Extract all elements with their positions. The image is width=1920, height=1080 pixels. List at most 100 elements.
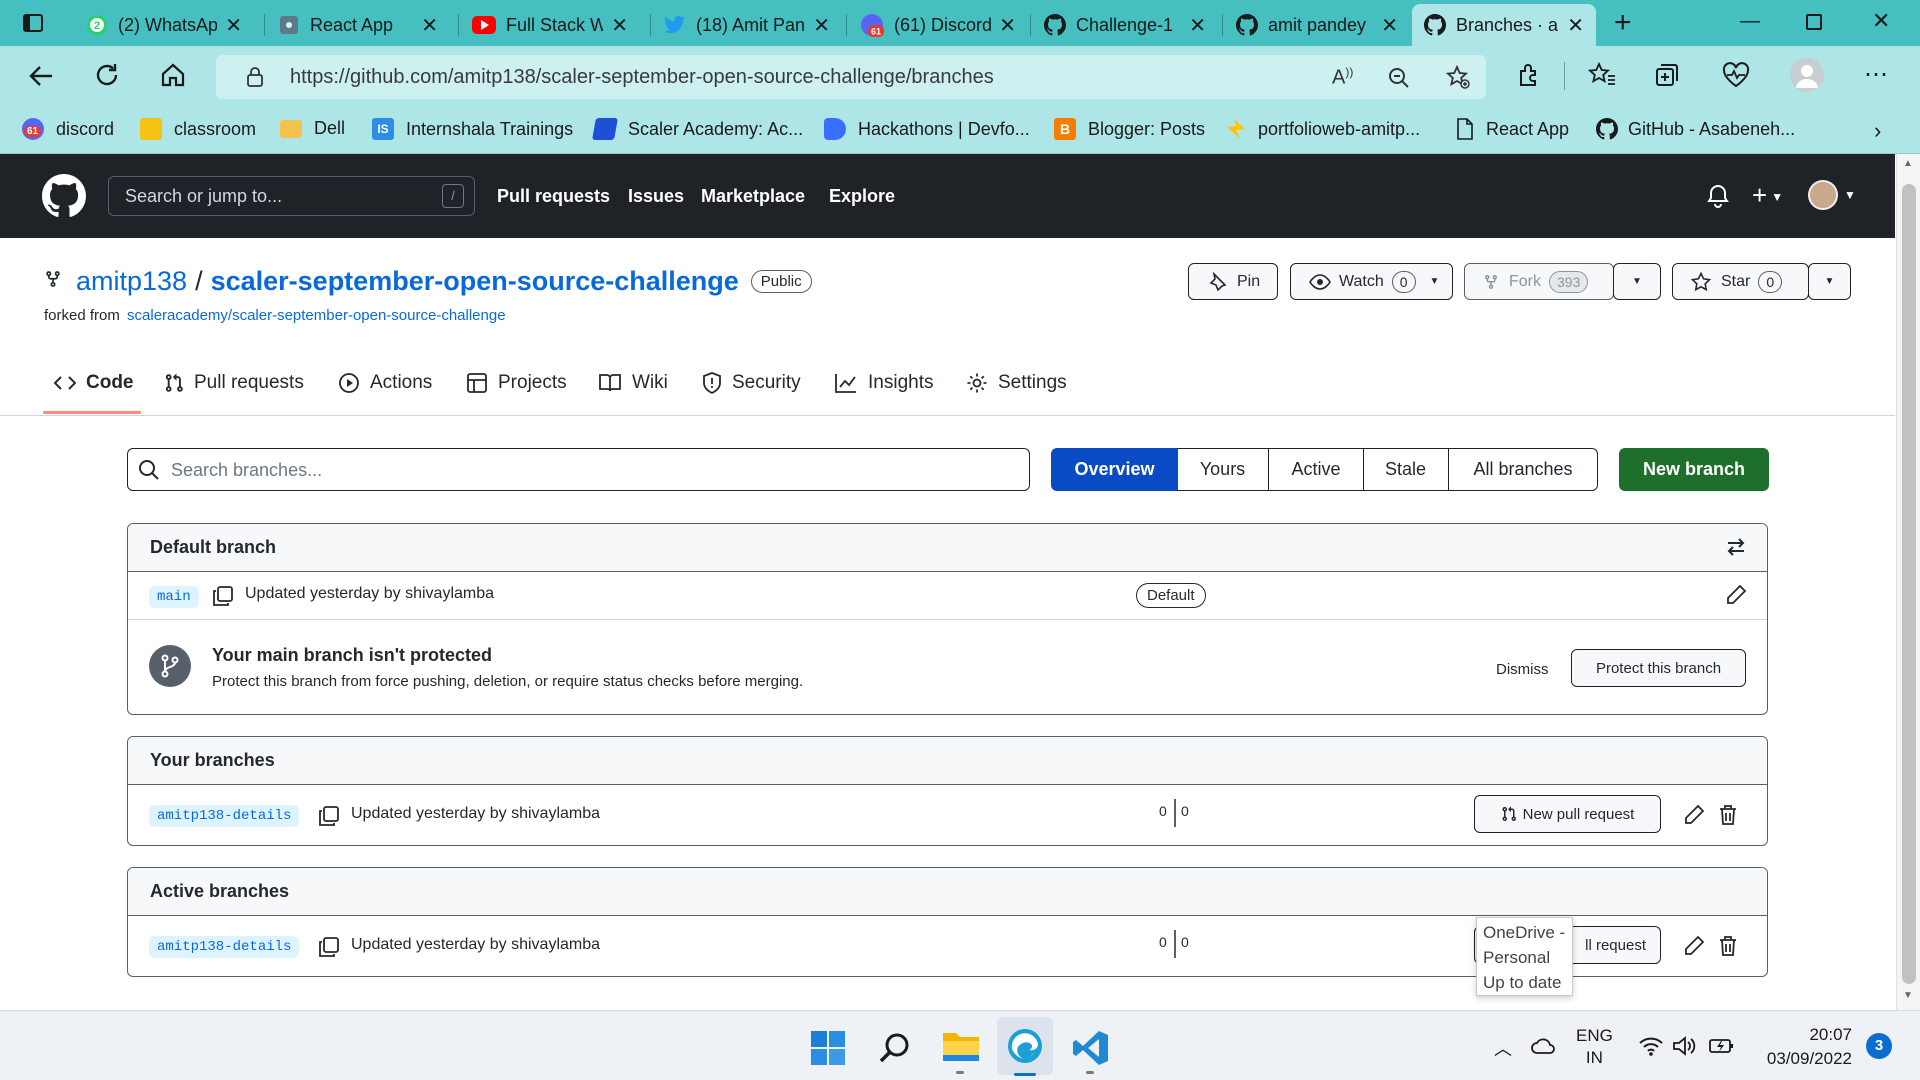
health-icon[interactable] (1722, 62, 1750, 88)
repo-owner-link[interactable]: amitp138 (76, 266, 187, 297)
star-dropdown-button[interactable]: ▼ (1808, 263, 1851, 300)
pencil-icon[interactable] (1683, 935, 1705, 957)
favorites-icon[interactable] (1588, 62, 1616, 88)
volume-icon[interactable] (1672, 1035, 1698, 1057)
tab-security[interactable]: Security (702, 372, 801, 394)
repo-name-link[interactable]: scaler-september-open-source-challenge (211, 266, 739, 297)
branch-name-link[interactable]: amitp138-details (149, 936, 300, 958)
close-icon[interactable]: ✕ (1189, 13, 1206, 38)
browser-tab-youtube[interactable]: Full Stack Web ✕ (460, 4, 640, 46)
file-explorer-icon[interactable] (942, 1029, 980, 1063)
fork-dropdown-button[interactable]: ▼ (1613, 263, 1661, 300)
input-language[interactable]: ENG IN (1576, 1025, 1613, 1069)
pencil-icon[interactable] (1725, 584, 1747, 606)
chevron-up-icon[interactable]: ︿ (1494, 1035, 1512, 1061)
filter-all-branches[interactable]: All branches (1448, 448, 1598, 491)
github-search-input[interactable]: Search or jump to... / (108, 176, 475, 216)
filter-active[interactable]: Active (1268, 448, 1364, 491)
maximize-button[interactable] (1806, 14, 1822, 30)
close-icon[interactable]: ✕ (813, 13, 830, 38)
zoom-icon[interactable] (1388, 67, 1410, 89)
create-new-dropdown[interactable]: + ▼ (1752, 180, 1783, 211)
switch-arrows-icon[interactable] (1725, 536, 1747, 558)
close-icon[interactable]: ✕ (225, 13, 242, 38)
tab-pull-requests[interactable]: Pull requests (164, 372, 304, 394)
bookmark-discord[interactable]: 61 discord (22, 118, 114, 140)
onedrive-icon[interactable] (1530, 1037, 1556, 1055)
chevron-right-icon[interactable]: › (1874, 118, 1881, 144)
copy-icon[interactable] (318, 805, 340, 827)
browser-tab-react-app[interactable]: React App ✕ (266, 4, 450, 46)
scroll-down-icon[interactable]: ▼ (1903, 990, 1913, 1001)
star-button[interactable]: Star 0 (1672, 263, 1809, 300)
new-tab-button[interactable]: + (1614, 8, 1632, 38)
github-logo-icon[interactable] (42, 174, 86, 218)
tab-actions-icon[interactable] (22, 12, 44, 34)
copy-icon[interactable] (212, 585, 234, 607)
browser-tab-amit-pandey[interactable]: amit pandey ✕ (1224, 4, 1410, 46)
tab-insights[interactable]: Insights (834, 372, 933, 394)
bookmark-github-asabeneh[interactable]: GitHub - Asabeneh... (1596, 118, 1795, 140)
browser-tab-challenge[interactable]: Challenge-1 ✕ (1032, 4, 1218, 46)
tab-actions[interactable]: Actions (338, 372, 432, 394)
nav-explore[interactable]: Explore (829, 186, 895, 207)
new-branch-button[interactable]: New branch (1619, 448, 1769, 491)
bookmark-classroom[interactable]: classroom (140, 118, 256, 140)
add-favorite-icon[interactable] (1446, 65, 1470, 89)
new-pull-request-button[interactable]: New pull request (1474, 795, 1661, 833)
branch-name-link[interactable]: amitp138-details (149, 805, 300, 827)
bookmark-devfolio[interactable]: Hackathons | Devfo... (824, 118, 1030, 140)
notification-badge[interactable]: 3 (1866, 1033, 1892, 1059)
forked-from-link[interactable]: scaleracademy/scaler-september-open-sour… (127, 307, 506, 324)
branch-name-link[interactable]: main (149, 586, 199, 608)
vscode-icon[interactable] (1072, 1029, 1110, 1067)
filter-yours[interactable]: Yours (1177, 448, 1269, 491)
tab-wiki[interactable]: Wiki (598, 372, 668, 394)
refresh-icon[interactable] (94, 62, 120, 88)
more-options-icon[interactable]: ⋯ (1864, 60, 1888, 89)
lock-icon[interactable] (246, 67, 264, 87)
protect-branch-button[interactable]: Protect this branch (1571, 649, 1746, 687)
tab-projects[interactable]: Projects (466, 372, 567, 394)
battery-charging-icon[interactable] (1708, 1035, 1736, 1057)
fork-button[interactable]: Fork 393 (1464, 263, 1614, 300)
trash-icon[interactable] (1718, 804, 1738, 826)
pencil-icon[interactable] (1683, 804, 1705, 826)
bookmark-internshala[interactable]: IS Internshala Trainings (372, 118, 573, 140)
profile-avatar[interactable] (1790, 58, 1824, 92)
bookmark-blogger[interactable]: B Blogger: Posts (1054, 118, 1205, 140)
dismiss-link[interactable]: Dismiss (1496, 661, 1549, 678)
extensions-icon[interactable] (1516, 62, 1542, 88)
nav-pull-requests[interactable]: Pull requests (497, 186, 610, 207)
trash-icon[interactable] (1718, 935, 1738, 957)
search-branches-input[interactable]: Search branches... (127, 448, 1030, 491)
page-scrollbar[interactable]: ▲ ▼ (1896, 154, 1920, 1010)
close-icon[interactable]: ✕ (421, 13, 438, 38)
minimize-button[interactable]: — (1740, 10, 1760, 33)
scrollbar-thumb[interactable] (1902, 184, 1916, 984)
bell-icon[interactable] (1706, 184, 1730, 208)
bookmark-portfolio[interactable]: portfolioweb-amitp... (1226, 118, 1420, 140)
collections-icon[interactable] (1654, 62, 1680, 88)
scroll-up-icon[interactable]: ▲ (1903, 158, 1913, 169)
browser-tab-twitter[interactable]: (18) Amit Pandey ✕ (652, 4, 842, 46)
close-icon[interactable]: ✕ (1567, 13, 1584, 38)
home-icon[interactable] (160, 62, 186, 88)
clock[interactable]: 20:07 03/09/2022 (1748, 1023, 1852, 1071)
bookmark-dell[interactable]: Dell (280, 118, 345, 139)
windows-start-icon[interactable] (810, 1030, 846, 1066)
close-icon[interactable]: ✕ (1381, 13, 1398, 38)
nav-marketplace[interactable]: Marketplace (701, 186, 805, 207)
taskbar-search-icon[interactable] (878, 1031, 912, 1065)
watch-button[interactable]: Watch 0 ▼ (1290, 263, 1453, 300)
filter-overview[interactable]: Overview (1051, 448, 1178, 491)
close-icon[interactable]: ✕ (611, 13, 628, 38)
bookmark-scaler[interactable]: Scaler Academy: Ac... (592, 118, 803, 140)
filter-stale[interactable]: Stale (1363, 448, 1449, 491)
bookmark-react-app[interactable]: React App (1456, 118, 1569, 140)
copy-icon[interactable] (318, 936, 340, 958)
browser-tab-branches[interactable]: Branches · amitp138 ✕ (1412, 4, 1596, 46)
close-window-button[interactable]: ✕ (1872, 8, 1890, 34)
back-icon[interactable] (28, 64, 54, 88)
tab-settings[interactable]: Settings (966, 372, 1067, 394)
